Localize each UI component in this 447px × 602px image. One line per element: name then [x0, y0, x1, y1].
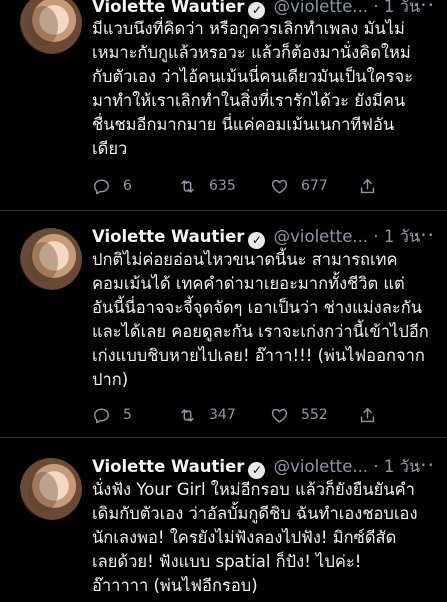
reply-icon	[94, 407, 109, 423]
separator: ·	[373, 227, 379, 246]
display-name[interactable]: Violette Wautier	[92, 457, 244, 476]
more-icon[interactable]: ···	[413, 225, 435, 245]
retweet-button[interactable]: 635	[178, 175, 236, 197]
retweet-icon	[181, 408, 194, 422]
retweet-count: 635	[209, 178, 236, 194]
like-count: 552	[301, 407, 328, 423]
display-name[interactable]: Violette Wautier	[92, 0, 244, 16]
handle[interactable]: @violette...	[274, 227, 369, 246]
share-icon	[360, 178, 375, 193]
handle[interactable]: @violette...	[274, 0, 369, 16]
tweet[interactable]: Violette Wautier ✓ @violette... · 1 วัน ·…	[0, 0, 447, 205]
tweet-header: Violette Wautier ✓ @violette... · 1 วัน	[92, 225, 420, 249]
handle[interactable]: @violette...	[274, 457, 369, 476]
tweet-text: มีแวบนึงที่คิดว่า หรือกูควรเลิกทำเพลง มั…	[92, 19, 414, 158]
share-button[interactable]	[358, 404, 389, 426]
tweet[interactable]: Violette Wautier ✓ @violette... · 1 วัน ·…	[0, 211, 447, 436]
more-icon[interactable]: ···	[413, 455, 435, 475]
retweet-count: 347	[209, 407, 236, 423]
share-icon	[360, 407, 375, 422]
avatar[interactable]	[20, 458, 82, 520]
tweet[interactable]: Violette Wautier ✓ @violette... · 1 วัน ·…	[0, 438, 447, 602]
share-button[interactable]	[358, 175, 389, 197]
reply-count: 5	[123, 407, 132, 423]
retweet-icon	[181, 179, 194, 193]
tweet-actions: 6 635 677	[92, 175, 392, 197]
tweet-feed: Violette Wautier ✓ @violette... · 1 วัน ·…	[0, 0, 447, 602]
like-button[interactable]: 677	[270, 175, 328, 197]
display-name[interactable]: Violette Wautier	[92, 227, 244, 246]
like-icon	[271, 408, 288, 423]
verified-icon: ✓	[248, 462, 266, 479]
verified-icon: ✓	[248, 232, 266, 249]
reply-icon	[94, 178, 109, 194]
avatar[interactable]	[20, 228, 82, 290]
tweet-text: ปกติไม่ค่อยอ่อนไหวขนาดนี้นะ สามารถเทค คอ…	[92, 250, 429, 389]
avatar[interactable]	[20, 0, 82, 54]
more-icon[interactable]: ···	[413, 0, 435, 15]
tweet-actions: 5 347 552	[92, 404, 392, 426]
like-count: 677	[301, 178, 328, 194]
separator: ·	[373, 457, 379, 476]
tweet-text: นั่งฟัง Your Girl ใหม่อีกรอบ แล้วก็ยังยื…	[92, 480, 418, 595]
separator: ·	[373, 0, 379, 16]
reply-button[interactable]: 5	[92, 404, 132, 426]
like-icon	[271, 179, 288, 194]
retweet-button[interactable]: 347	[178, 404, 236, 426]
reply-count: 6	[123, 178, 132, 194]
tweet-header: Violette Wautier ✓ @violette... · 1 วัน	[92, 455, 420, 479]
like-button[interactable]: 552	[270, 404, 328, 426]
reply-button[interactable]: 6	[92, 175, 132, 197]
